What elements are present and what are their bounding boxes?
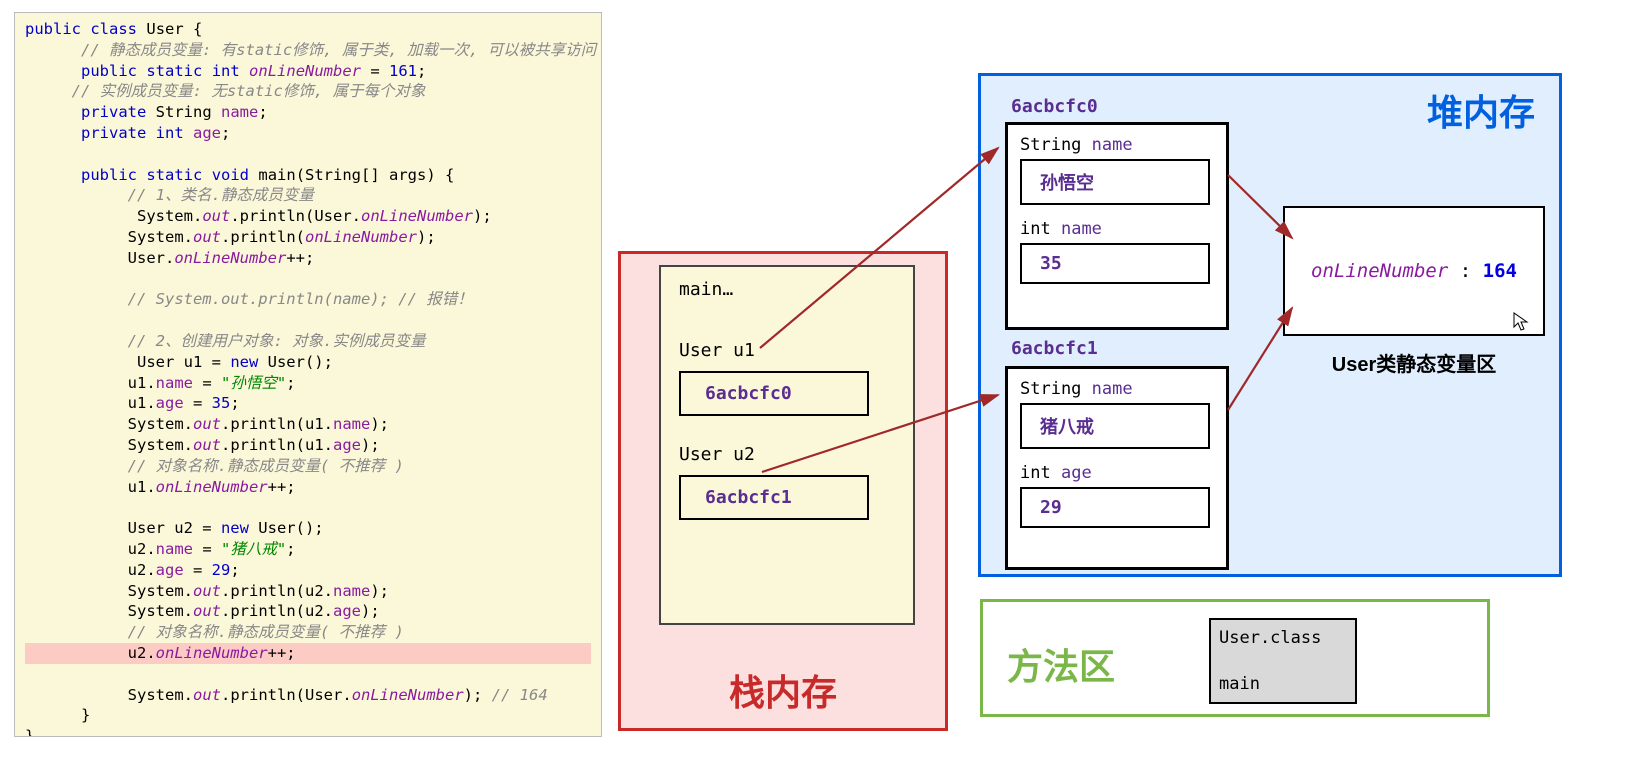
stack-u1-label: User u1 (679, 340, 895, 361)
oln-init: 161 (389, 62, 417, 80)
heap-title: 堆内存 (1427, 84, 1535, 136)
heap-obj0: String name 孙悟空 int name 35 (1005, 122, 1229, 330)
stack-memory: main… User u1 6acbcfc0 User u2 6acbcfc1 … (618, 251, 948, 731)
code-panel: public class User { // 静态成员变量: 有static修饰… (14, 12, 602, 737)
static-var-box: onLineNumber : 164 (1283, 206, 1545, 336)
heap-obj1-addr: 6acbcfc1 (1011, 338, 1098, 359)
class-file-label: User.class (1219, 628, 1347, 648)
cmt-static: // 静态成员变量: 有static修饰, 属于类, 加载一次, 可以被共享访问 (81, 41, 596, 59)
class-box: User.class main (1209, 618, 1357, 704)
stack-title: 栈内存 (621, 664, 945, 716)
main-method-label: main (1219, 674, 1347, 694)
kw-public: public (25, 20, 81, 38)
stack-u2-addr: 6acbcfc1 (679, 475, 869, 520)
method-area: 方法区 User.class main (980, 599, 1490, 717)
obj0-age-val: 35 (1020, 243, 1210, 284)
kw-class: class (90, 20, 137, 38)
method-area-title: 方法区 (1007, 638, 1115, 690)
heap-obj0-addr: 6acbcfc0 (1011, 96, 1098, 117)
oln-decl: onLineNumber (249, 62, 361, 80)
main-frame: main… User u1 6acbcfc0 User u2 6acbcfc1 (659, 265, 915, 625)
static-var-name: onLineNumber (1311, 260, 1448, 282)
heap-obj1: String name 猪八戒 int age 29 (1005, 366, 1229, 570)
cmt-1: // 1、类名.静态成员变量 (128, 186, 314, 204)
obj1-name-val: 猪八戒 (1020, 403, 1210, 449)
obj1-age-val: 29 (1020, 487, 1210, 528)
u2-name: "猪八戒" (221, 540, 286, 558)
cmt-last: // 164 (492, 686, 548, 704)
main-label: main… (679, 279, 895, 300)
stack-u2-label: User u2 (679, 444, 895, 465)
obj0-name-val: 孙悟空 (1020, 159, 1210, 205)
stack-u1-addr: 6acbcfc0 (679, 371, 869, 416)
cmt-err: // System.out.println(name); // 报错！ (128, 290, 473, 308)
cmt-inst: // 实例成员变量: 无static修饰, 属于每个对象 (72, 82, 426, 100)
static-var-val: 164 (1483, 260, 1517, 282)
u1-name: "孙悟空" (221, 374, 286, 392)
class-name: User (146, 20, 183, 38)
u2-age: 29 (212, 561, 231, 579)
static-var-label: User类静态变量区 (1283, 348, 1545, 377)
heap-memory: 堆内存 6acbcfc0 String name 孙悟空 int name 35… (978, 73, 1562, 577)
cmt-2: // 2、创建用户对象: 对象.实例成员变量 (128, 332, 426, 350)
u1-age: 35 (212, 394, 231, 412)
highlighted-line: u2.onLineNumber++; (25, 643, 591, 664)
